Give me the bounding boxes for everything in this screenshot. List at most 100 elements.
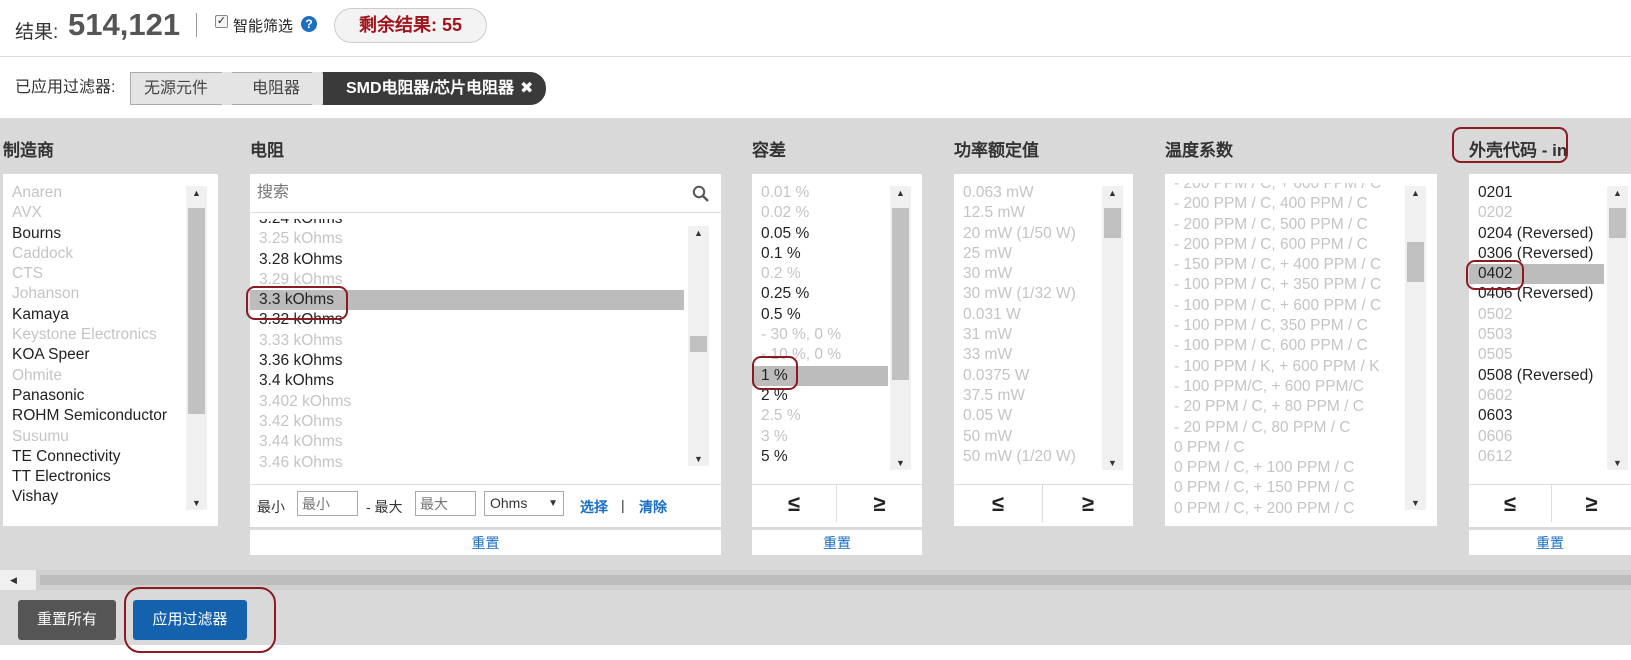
scrollbar-thumb[interactable] <box>892 208 909 380</box>
list-item[interactable]: - 200 PPM / C, 500 PPM / C <box>1165 215 1401 235</box>
resistance-list[interactable]: 3.24 kOhms3.25 kOhms3.28 kOhms3.29 kOhms… <box>250 219 684 475</box>
case-code-scrollbar[interactable]: ▲ ▼ <box>1607 186 1628 470</box>
list-item[interactable]: - 100 PPM / C, 350 PPM / C <box>1165 316 1401 336</box>
breadcrumb-smd-resistors[interactable]: SMD电阻器/芯片电阻器 ✖ <box>323 72 546 105</box>
list-item[interactable]: 0.25 % <box>752 284 888 304</box>
list-item[interactable]: - 10 %, 0 % <box>752 345 888 365</box>
list-item[interactable]: 0.0375 W <box>954 366 1100 386</box>
scroll-down-icon[interactable]: ▼ <box>1405 496 1426 510</box>
list-item[interactable]: 0505 <box>1469 345 1604 365</box>
breadcrumb-resistors[interactable]: 电阻器 <box>232 72 324 105</box>
scroll-down-icon[interactable]: ▼ <box>890 456 911 470</box>
list-item[interactable]: 20 mW (1/50 W) <box>954 224 1100 244</box>
list-item[interactable]: Ohmite <box>3 366 183 386</box>
scrollbar-thumb[interactable] <box>188 208 205 414</box>
list-item[interactable]: 1 % <box>752 365 888 386</box>
list-item[interactable]: Kamaya <box>3 305 183 325</box>
list-item[interactable]: 0.1 % <box>752 244 888 264</box>
list-item[interactable]: 12.5 mW <box>954 203 1100 223</box>
list-item[interactable]: 31 mW <box>954 325 1100 345</box>
list-item[interactable]: Susumu <box>3 427 183 447</box>
list-item[interactable]: 0 PPM / C, + 150 PPM / C <box>1165 478 1401 498</box>
list-item[interactable]: 0402 <box>1469 264 1604 285</box>
tolerance-scrollbar[interactable]: ▲ ▼ <box>890 186 911 470</box>
less-equal-button[interactable]: ≤ <box>752 485 836 522</box>
list-item[interactable]: Vishay <box>3 487 183 507</box>
list-item[interactable]: - 200 PPM / C, 600 PPM / C <box>1165 235 1401 255</box>
scroll-up-icon[interactable]: ▲ <box>890 186 911 200</box>
resistance-scrollbar[interactable]: ▲ ▼ <box>688 226 709 466</box>
list-item[interactable]: 0406 (Reversed) <box>1469 284 1604 304</box>
greater-equal-button[interactable]: ≥ <box>837 485 922 522</box>
list-item[interactable]: 3.3 kOhms <box>250 290 684 311</box>
list-item[interactable]: 0602 <box>1469 386 1604 406</box>
resistance-reset-link[interactable]: 重置 <box>250 529 721 555</box>
list-item[interactable]: 50 mW <box>954 427 1100 447</box>
list-item[interactable]: 0 PPM / C, + 200 PPM / C <box>1165 499 1401 516</box>
list-item[interactable]: - 150 PPM / C, + 400 PPM / C <box>1165 255 1401 275</box>
list-item[interactable]: 30 mW (1/32 W) <box>954 284 1100 304</box>
list-item[interactable]: 0606 <box>1469 427 1604 447</box>
scroll-up-icon[interactable]: ▲ <box>186 186 207 200</box>
list-item[interactable]: 2.5 % <box>752 406 888 426</box>
list-item[interactable]: 50 mW (1/20 W) <box>954 447 1100 467</box>
list-item[interactable]: - 20 PPM / C, + 80 PPM / C <box>1165 397 1401 417</box>
less-equal-button[interactable]: ≤ <box>954 485 1042 522</box>
list-item[interactable]: 0502 <box>1469 305 1604 325</box>
list-item[interactable]: 0202 <box>1469 203 1604 223</box>
power-scrollbar[interactable]: ▲ ▼ <box>1102 186 1123 470</box>
list-item[interactable]: 0508 (Reversed) <box>1469 366 1604 386</box>
list-item[interactable]: 0603 <box>1469 406 1604 426</box>
list-item[interactable]: 3.402 kOhms <box>250 392 684 412</box>
list-item[interactable]: CTS <box>3 264 183 284</box>
list-item[interactable]: 3.42 kOhms <box>250 412 684 432</box>
manufacturer-scrollbar[interactable]: ▲ ▼ <box>186 186 207 510</box>
scroll-down-icon[interactable]: ▼ <box>688 452 709 466</box>
tolerance-reset-link[interactable]: 重置 <box>752 529 922 555</box>
list-item[interactable]: Bourns <box>3 224 183 244</box>
max-input[interactable] <box>415 491 476 516</box>
list-item[interactable]: 3 % <box>752 427 888 447</box>
list-item[interactable]: 3.25 kOhms <box>250 229 684 249</box>
tempco-scrollbar[interactable]: ▲ ▼ <box>1405 186 1426 510</box>
list-item[interactable]: 37.5 mW <box>954 386 1100 406</box>
filter-horizontal-scrollbar[interactable]: ◀ <box>0 570 1631 590</box>
list-item[interactable]: - 100 PPM / C, + 600 PPM / C <box>1165 296 1401 316</box>
list-item[interactable]: 3.28 kOhms <box>250 250 684 270</box>
list-item[interactable]: 0 PPM / C <box>1165 438 1401 458</box>
min-input[interactable] <box>297 491 358 516</box>
list-item[interactable]: 3.24 kOhms <box>250 219 684 229</box>
list-item[interactable]: TT Electronics <box>3 467 183 487</box>
list-item[interactable]: - 20 PPM / C, 80 PPM / C <box>1165 418 1401 438</box>
scroll-up-icon[interactable]: ▲ <box>1102 186 1123 200</box>
list-item[interactable]: 5 % <box>752 447 888 467</box>
tempco-list[interactable]: - 200 PPM / C, + 600 PPM / C- 200 PPM / … <box>1165 183 1401 516</box>
case-code-reset-link[interactable]: 重置 <box>1469 529 1631 555</box>
apply-filters-button[interactable]: 应用过滤器 <box>133 600 247 640</box>
scrollbar-thumb[interactable] <box>1407 242 1424 282</box>
list-item[interactable]: 3.4 kOhms <box>250 371 684 391</box>
list-item[interactable]: 3.44 kOhms <box>250 432 684 452</box>
list-item[interactable]: TE Connectivity <box>3 447 183 467</box>
list-item[interactable]: 0.01 % <box>752 183 888 203</box>
list-item[interactable]: Johanson <box>3 284 183 304</box>
scroll-left-icon[interactable]: ◀ <box>0 570 36 590</box>
smart-filter-checkbox[interactable]: ✓ <box>215 15 228 28</box>
manufacturer-list[interactable]: Anaren AVX Bourns Caddock CTS Johanson Kamaya K… <box>3 183 183 516</box>
list-item[interactable]: 0503 <box>1469 325 1604 345</box>
unit-select[interactable]: Ohms ▼ <box>484 491 564 516</box>
tolerance-list[interactable]: 0.01 % 0.02 % 0.05 % 0.1 % 0.2 % 0.25 % 0.5 % -… <box>752 183 888 475</box>
list-item[interactable]: 30 mW <box>954 264 1100 284</box>
list-item[interactable]: 0.05 W <box>954 406 1100 426</box>
list-item[interactable]: 3.46 kOhms <box>250 453 684 473</box>
list-item[interactable]: - 30 %, 0 % <box>752 325 888 345</box>
list-item[interactable]: Keystone Electronics <box>3 325 183 345</box>
list-item[interactable]: - 100 PPM/C, + 600 PPM/C <box>1165 377 1401 397</box>
case-code-list[interactable]: 0201 0202 0204 (Reversed) 0306 (Reversed) 04… <box>1469 183 1604 475</box>
list-item[interactable]: 3.36 kOhms <box>250 351 684 371</box>
list-item[interactable]: 3.32 kOhms <box>250 310 684 330</box>
list-item[interactable]: 3.33 kOhms <box>250 331 684 351</box>
search-icon[interactable] <box>692 185 709 202</box>
list-item[interactable]: - 200 PPM / C, 400 PPM / C <box>1165 194 1401 214</box>
reset-all-button[interactable]: 重置所有 <box>18 600 116 640</box>
